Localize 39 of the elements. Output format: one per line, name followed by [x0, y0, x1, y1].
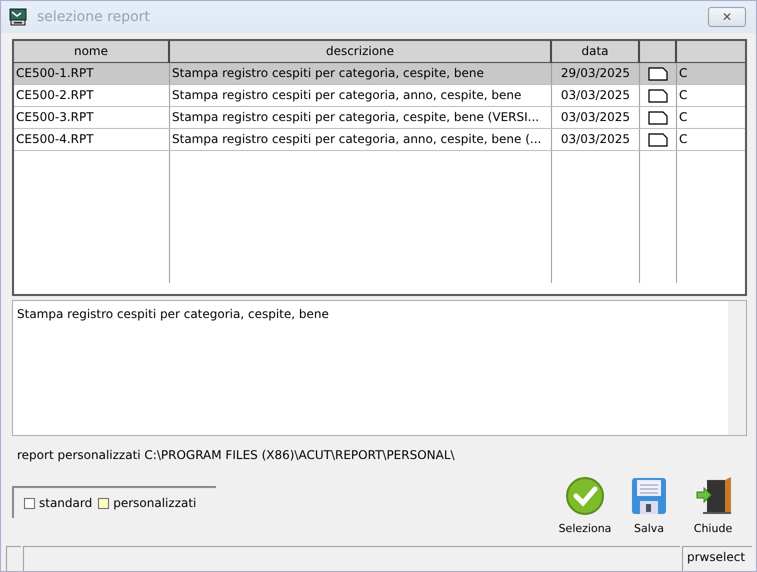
table-row[interactable]: CE500-1.RPT Stampa registro cespiti per categoria, cespite, bene 29/03/2025 C: [14, 63, 745, 85]
document-icon: [648, 88, 668, 103]
table-cell: CE500-2.RPT: [14, 85, 170, 106]
table-cell: Stampa registro cespiti per categoria, anno, cespite, bene (...: [170, 129, 552, 150]
save-button[interactable]: Salva: [625, 476, 673, 546]
app-icon: [9, 8, 27, 26]
status-program: prwselect: [682, 546, 752, 571]
table-cell: 03/03/2025: [552, 107, 640, 128]
document-icon: [648, 132, 668, 147]
checkmark-icon: [565, 476, 605, 516]
table-cell-text: C: [678, 65, 688, 82]
table-cell: CE500-4.RPT: [14, 129, 170, 150]
table-cell: Stampa registro cespiti per categoria, cespite, bene (VERSI...: [170, 107, 552, 128]
table-row[interactable]: CE500-3.RPT Stampa registro cespiti per categoria, cespite, bene (VERSI... 03/03/2025 C: [14, 107, 745, 129]
table-cell: 03/03/2025: [552, 85, 640, 106]
legend-label: standard: [39, 496, 92, 510]
exit-button[interactable]: Chiude: [689, 476, 737, 546]
table-cell: CE500-3.RPT: [14, 107, 170, 128]
document-icon: [648, 66, 668, 81]
table-cell: Stampa registro cespiti per categoria, anno, cespite, bene: [170, 85, 552, 106]
table-row[interactable]: CE500-4.RPT Stampa registro cespiti per categoria, anno, cespite, bene (... 03/03/2025 C: [14, 129, 745, 151]
select-button[interactable]: Seleziona: [561, 476, 609, 546]
table-cell-text: C: [678, 131, 688, 148]
status-segment: [6, 546, 21, 571]
table-row[interactable]: CE500-2.RPT Stampa registro cespiti per categoria, anno, cespite, bene 03/03/2025 C: [14, 85, 745, 107]
description-box[interactable]: Stampa registro cespiti per categoria, cespite, bene: [12, 300, 747, 436]
table-cell: CE500-1.RPT: [14, 63, 170, 84]
table-cell-text: C: [678, 109, 688, 126]
path-label: report personalizzati C:\PROGRAM FILES (X86)\ACUT\REPORT\PERSONAL\: [16, 448, 456, 462]
window-title: selezione report: [37, 9, 151, 25]
description-text: Stampa registro cespiti per categoria, cespite, bene: [17, 306, 329, 323]
vertical-scrollbar[interactable]: [728, 300, 746, 436]
close-button[interactable]: ✕: [708, 7, 746, 27]
table-cell: 29/03/2025: [552, 63, 640, 84]
table-cell: Stampa registro cespiti per categoria, cespite, bene: [170, 63, 552, 84]
table-cell-text: C: [678, 87, 688, 104]
table-cell: 03/03/2025: [552, 129, 640, 150]
document-icon: [648, 110, 668, 125]
legend-label: personalizzati: [113, 496, 196, 510]
